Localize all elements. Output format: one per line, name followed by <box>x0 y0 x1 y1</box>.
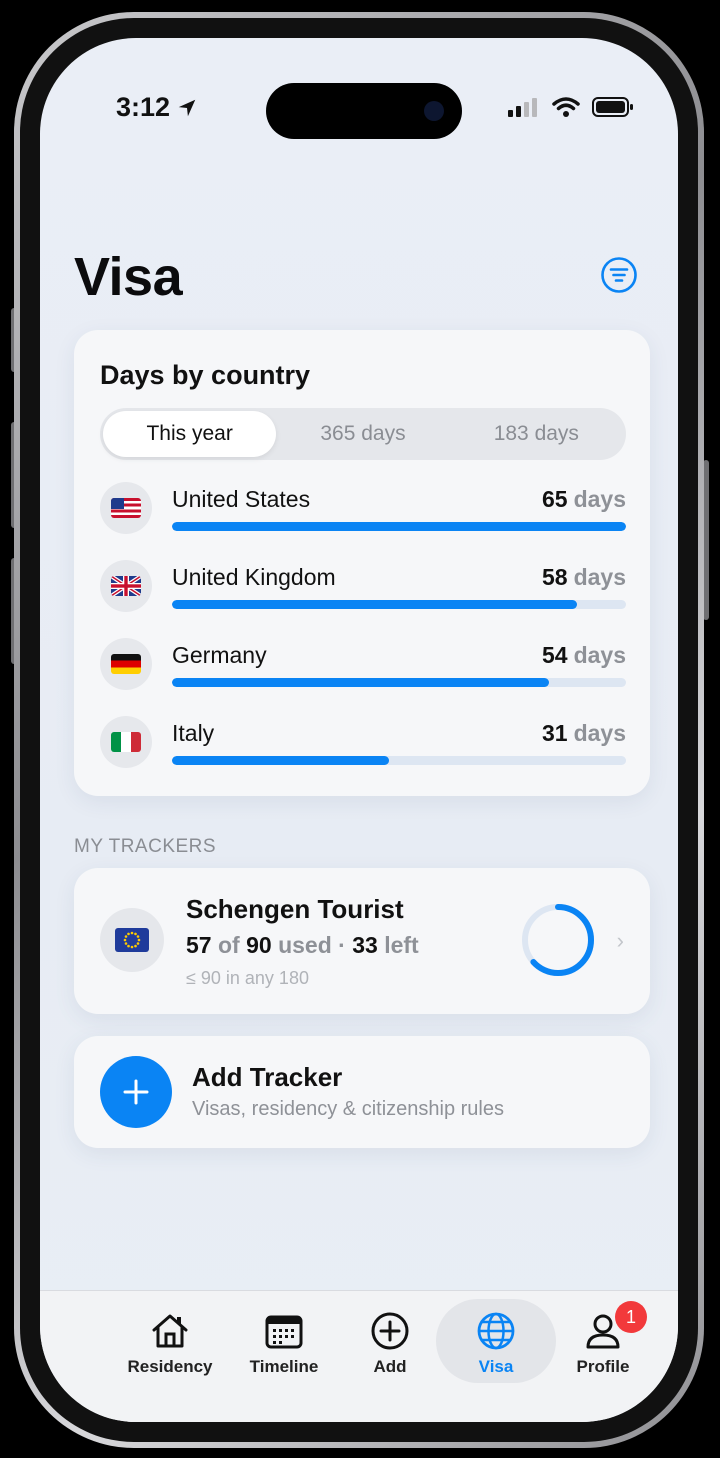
tracker-usage: 57 of 90 used · 33 left <box>186 932 419 959</box>
tab-label: Timeline <box>249 1357 319 1376</box>
days-unit: days <box>573 720 626 746</box>
status-indicators <box>508 96 634 118</box>
days-unit: days <box>573 564 626 590</box>
usage-of-text: of <box>217 932 240 958</box>
add-tracker-card[interactable]: Add Tracker Visas, residency & citizensh… <box>74 1036 650 1148</box>
usage-separator: · <box>338 932 346 958</box>
flag-badge <box>100 908 164 972</box>
country-days: 58 days <box>542 564 626 591</box>
filter-icon <box>601 257 637 293</box>
de-flag-icon <box>111 654 141 674</box>
page-title: Visa <box>74 247 183 307</box>
house-icon <box>152 1314 188 1348</box>
battery-icon <box>592 97 633 117</box>
tab-timeline[interactable]: Timeline <box>224 1299 344 1383</box>
usage-progress-ring <box>522 904 594 976</box>
country-days: 65 days <box>542 486 626 513</box>
screen: 3:12 Visa Days by country This year 365 … <box>40 38 678 1422</box>
tab-add[interactable]: Add <box>330 1299 450 1383</box>
tab-label: Residency <box>127 1357 213 1376</box>
chevron-right-icon: › <box>616 928 624 953</box>
segment-this-year[interactable]: This year <box>103 411 277 457</box>
flag-badge <box>100 482 152 534</box>
country-days: 54 days <box>542 642 626 669</box>
country-row-italy[interactable]: Italy 31 days <box>100 716 626 776</box>
dynamic-island <box>266 83 462 139</box>
country-name: Germany <box>172 642 267 668</box>
flag-badge <box>100 716 152 768</box>
camera-icon <box>424 101 444 121</box>
country-row-united-kingdom[interactable]: United Kingdom 58 days <box>100 560 626 620</box>
used-days: 57 <box>186 932 212 958</box>
us-flag-icon <box>111 498 141 518</box>
days-progress-fill <box>172 756 389 765</box>
usage-left-text: left <box>384 932 419 958</box>
plus-icon <box>123 1079 149 1105</box>
days-value: 31 <box>541 720 568 746</box>
limit-days: 90 <box>246 932 272 958</box>
days-progress-track <box>172 756 626 765</box>
days-value: 58 <box>541 564 568 590</box>
flag-badge <box>100 638 152 690</box>
days-progress-fill <box>172 600 577 609</box>
flag-badge <box>100 560 152 612</box>
notification-badge: 1 <box>615 1301 647 1333</box>
days-by-country-card: Days by country This year 365 days 183 d… <box>74 330 650 796</box>
days-value: 54 <box>541 642 568 668</box>
days-progress-track <box>172 600 626 609</box>
tab-visa[interactable]: Visa <box>436 1299 556 1383</box>
days-unit: days <box>573 486 626 512</box>
tab-label: Add <box>373 1357 407 1376</box>
eu-flag-icon <box>115 928 149 952</box>
wifi-icon <box>552 97 580 117</box>
tracker-name: Schengen Tourist <box>186 894 404 924</box>
segment-183-days[interactable]: 183 days <box>450 411 623 457</box>
add-tracker-button[interactable] <box>100 1056 172 1128</box>
it-flag-icon <box>111 732 141 752</box>
tab-bar: Residency Timeline Add Visa Profile 1 <box>40 1290 678 1422</box>
card-title: Days by country <box>100 360 311 390</box>
days-progress-track <box>172 678 626 687</box>
days-progress-fill <box>172 678 550 687</box>
clock-text: 3:12 <box>116 92 171 122</box>
country-row-germany[interactable]: Germany 54 days <box>100 638 626 698</box>
days-progress-fill <box>172 522 626 531</box>
phone-bezel: 3:12 Visa Days by country This year 365 … <box>20 18 698 1442</box>
plus-circle-icon <box>371 1312 409 1350</box>
tracker-card-schengen[interactable]: Schengen Tourist 57 of 90 used · 33 left… <box>74 868 650 1014</box>
left-days: 33 <box>352 932 378 958</box>
add-tracker-subtitle: Visas, residency & citizenship rules <box>192 1098 504 1120</box>
country-name: Italy <box>172 720 215 746</box>
days-unit: days <box>573 642 626 668</box>
calendar-icon <box>265 1315 303 1349</box>
tracker-rule: ≤ 90 in any 180 <box>186 968 309 988</box>
country-name: United Kingdom <box>172 564 336 590</box>
phone-frame: 3:12 Visa Days by country This year 365 … <box>14 12 704 1448</box>
period-segmented-control: This year 365 days 183 days <box>100 408 626 460</box>
country-name: United States <box>172 486 311 512</box>
tab-profile[interactable]: Profile 1 <box>543 1299 663 1383</box>
usage-used-text: used <box>278 932 332 958</box>
country-days: 31 days <box>542 720 626 747</box>
uk-flag-icon <box>111 576 141 596</box>
filter-button[interactable] <box>600 256 638 294</box>
segment-365-days[interactable]: 365 days <box>276 411 449 457</box>
tab-label: Visa <box>478 1357 514 1376</box>
add-tracker-title: Add Tracker <box>192 1062 343 1092</box>
tab-residency[interactable]: Residency <box>110 1299 230 1383</box>
country-row-united-states[interactable]: United States 65 days <box>100 482 626 542</box>
cellular-signal-icon <box>508 98 537 117</box>
section-label-my-trackers: MY TRACKERS <box>74 836 217 857</box>
days-value: 65 <box>541 486 568 512</box>
tab-label: Profile <box>576 1357 630 1376</box>
location-arrow-icon <box>178 99 196 116</box>
status-time: 3:12 <box>116 92 198 123</box>
days-progress-track <box>172 522 626 531</box>
globe-icon <box>477 1312 515 1350</box>
